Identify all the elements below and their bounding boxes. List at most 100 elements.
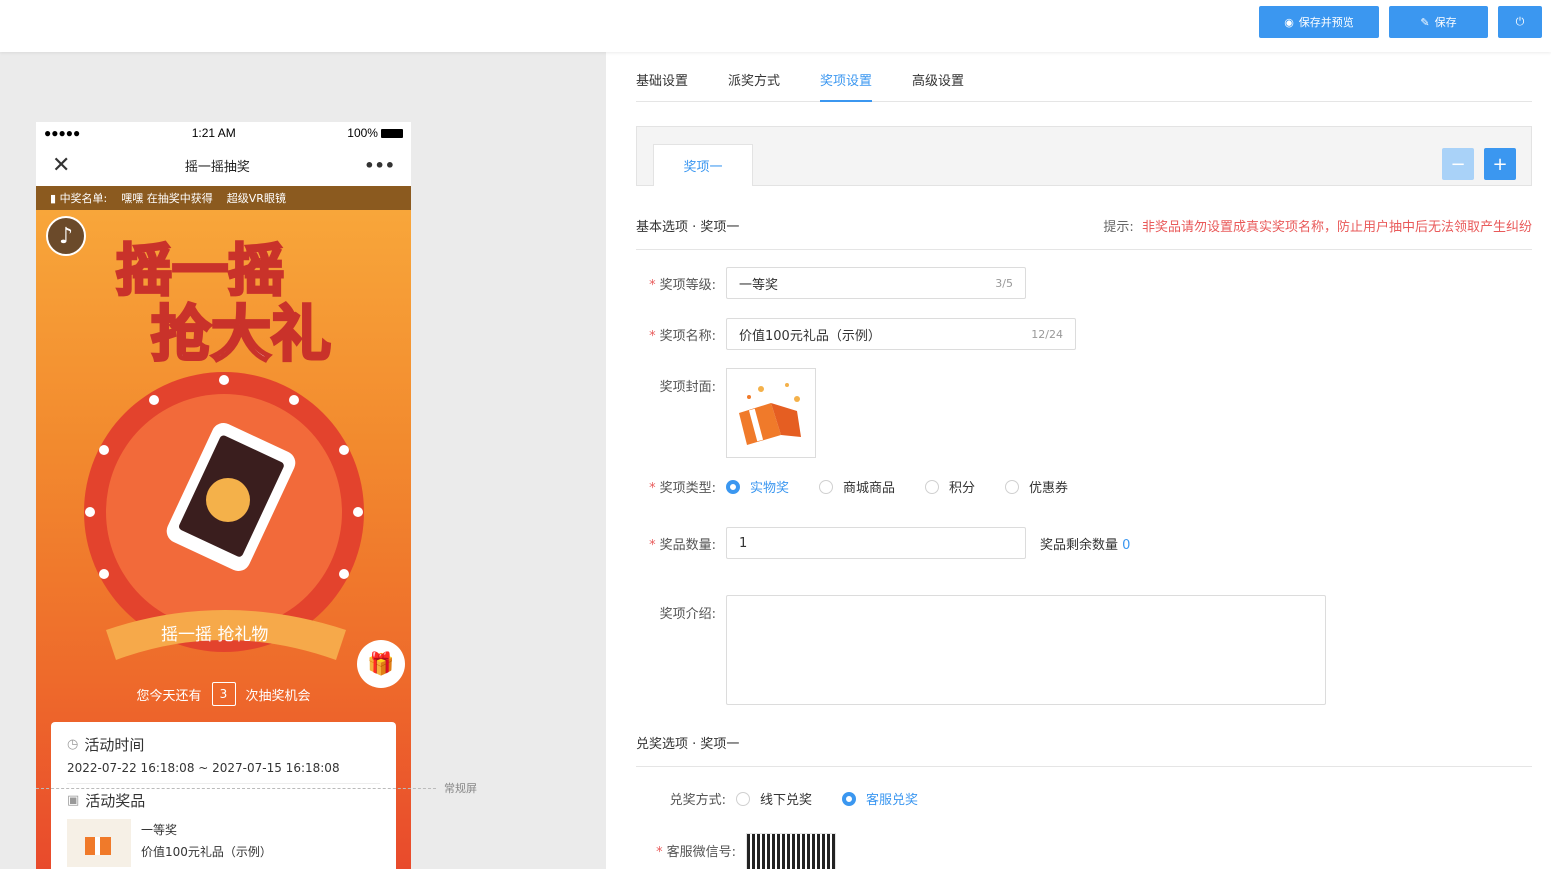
activity-prize-title: 活动奖品 (85, 792, 146, 810)
chance-suffix: 次抽奖机会 (245, 688, 311, 704)
winner-label: ▮ 中奖名单: (50, 192, 108, 205)
nav-title: 摇一摇抽奖 (184, 159, 250, 175)
prize-hint: 提示: 非奖品请勿设置成真实奖项名称，防止用户抽中后无法领取产生纠纷 (1103, 220, 1532, 235)
redeem-section-title: 兑奖选项 · 奖项一 (636, 737, 740, 752)
wechat-qr-code[interactable] (746, 833, 836, 869)
status-bar: ●●●●● 1:21 AM 100% (36, 122, 411, 144)
save-preview-label: 保存并预览 (1298, 16, 1354, 29)
redeem-section-header: 兑奖选项 · 奖项一 (636, 733, 1532, 767)
save-label: 保存 (1434, 16, 1457, 29)
plus-icon: + (1492, 153, 1508, 175)
prize-item: 一等奖 价值100元礼品（示例） (67, 819, 380, 867)
prize-qty-input[interactable]: 1 (726, 527, 1026, 559)
basic-section-header: 基本选项 · 奖项一 提示: 非奖品请勿设置成真实奖项名称，防止用户抽中后无法领… (636, 216, 1532, 250)
top-toolbar: ◉ 保存并预览 ✎ 保存 ⏻ (0, 0, 1551, 52)
chance-count: 3 (211, 682, 236, 706)
tab-advanced[interactable]: 高级设置 (912, 70, 964, 102)
fold-divider (36, 788, 436, 789)
title-line-2: 抢大礼 (151, 300, 331, 370)
edit-icon: ✎ (1420, 15, 1430, 29)
activity-time-value: 2022-07-22 16:18:08 ~ 2027-07-15 16:18:0… (67, 761, 380, 784)
prize-level-input[interactable]: 一等奖 3/5 (726, 267, 1026, 299)
type-points-radio[interactable]: 积分 (925, 477, 975, 496)
eye-icon: ◉ (1284, 15, 1294, 29)
gift-outline-icon: ▣ (67, 793, 80, 808)
prize-remain: 奖品剩余数量 0 (1040, 537, 1131, 553)
redeem-offline-radio[interactable]: 线下兑奖 (736, 789, 812, 808)
prize-name-input[interactable]: 价值100元礼品（示例） 12/24 (726, 318, 1076, 350)
basic-section-title: 基本选项 · 奖项一 (636, 220, 740, 235)
minus-icon: − (1450, 153, 1466, 175)
redeem-method-label: 兑奖方式: (669, 793, 726, 808)
activity-time-header: ◷ 活动时间 (67, 734, 380, 755)
more-icon[interactable]: ••• (364, 156, 395, 175)
my-prizes-button[interactable]: 🎁 (357, 640, 405, 688)
chance-counter: 您今天还有 3 次抽奖机会 (36, 682, 411, 706)
prize-intro-label: 奖项介绍: (659, 607, 716, 622)
redeem-service-radio[interactable]: 客服兑奖 (842, 789, 918, 808)
tab-prize-settings[interactable]: 奖项设置 (820, 70, 873, 102)
redeem-method-row: 兑奖方式: 线下兑奖 客服兑奖 (636, 789, 948, 808)
signal-icon: ●●●●● (44, 126, 81, 140)
prize-qty-label: 奖品数量: (659, 537, 716, 553)
prize-name-label: 奖项名称: (659, 328, 716, 344)
phone-preview: ●●●●● 1:21 AM 100% ✕ 摇一摇抽奖 ••• ▮ 中奖名单: 嘿… (36, 122, 411, 869)
prize-name-count: 12/24 (1031, 327, 1063, 341)
add-prize-button[interactable]: + (1484, 148, 1516, 180)
prize-name-text: 价值100元礼品（示例） (141, 845, 272, 859)
clock-icon: ◷ (67, 737, 79, 752)
type-mall-radio[interactable]: 商城商品 (819, 477, 895, 496)
status-time: 1:21 AM (191, 126, 236, 140)
winner-prize: 超级VR眼镜 (226, 192, 286, 205)
tab-basic[interactable]: 基础设置 (636, 70, 688, 102)
prize-qty-row: * 奖品数量: 1 奖品剩余数量 0 (636, 527, 1130, 559)
winner-info: 嘿嘿 在抽奖中获得 (121, 192, 213, 205)
shake-hero-banner: ♪ 摇一摇 抢大礼 摇一摇 抢礼物 🎁 您今天还有 3 次抽奖机会 ◷ 活动时间… (36, 210, 411, 869)
power-button[interactable]: ⏻ (1498, 6, 1542, 38)
activity-prize-header: ▣ 活动奖品 (67, 790, 380, 811)
tab-distribution[interactable]: 派奖方式 (728, 70, 780, 102)
winner-marquee: ▮ 中奖名单: 嘿嘿 在抽奖中获得 超级VR眼镜 (36, 186, 411, 210)
title-line-1: 摇一摇 (116, 239, 284, 304)
shake-illustration: 摇一摇 抢大礼 摇一摇 抢礼物 (84, 238, 364, 660)
prize-level-text: 一等奖 (141, 823, 178, 837)
prize-cover-upload[interactable] (726, 368, 816, 458)
battery-status: 100% (347, 126, 403, 140)
type-coupon-radio[interactable]: 优惠券 (1005, 477, 1068, 496)
prize-cover-row: 奖项封面: (636, 368, 816, 458)
type-physical-radio[interactable]: 实物奖 (726, 477, 789, 496)
phone-navbar: ✕ 摇一摇抽奖 ••• (36, 144, 411, 186)
coin-illustration (206, 478, 250, 522)
ribbon-text: 摇一摇 抢礼物 (161, 625, 268, 645)
prize-level-count: 3/5 (995, 276, 1013, 290)
prize-cover-label: 奖项封面: (659, 380, 716, 395)
prize-intro-textarea[interactable] (726, 595, 1326, 705)
wechat-row: * 客服微信号: (636, 833, 836, 869)
activity-info-card: ◷ 活动时间 2022-07-22 16:18:08 ~ 2027-07-15 … (51, 722, 396, 869)
gift-box-image (739, 383, 801, 445)
fold-label: 常规屏 (444, 782, 477, 795)
gift-box-icon: 🎁 (367, 651, 395, 677)
prize-tab-1[interactable]: 奖项一 (653, 144, 753, 186)
battery-icon (380, 129, 403, 139)
prize-level-row: * 奖项等级: 一等奖 3/5 (636, 267, 1026, 299)
settings-tabs: 基础设置 派奖方式 奖项设置 高级设置 (636, 70, 1532, 102)
prize-type-row: * 奖项类型: 实物奖 商城商品 积分 优惠券 (636, 477, 1098, 496)
remove-prize-button[interactable]: − (1442, 148, 1474, 180)
power-icon: ⏻ (1515, 15, 1525, 28)
prize-type-label: 奖项类型: (659, 481, 716, 496)
prize-name-row: * 奖项名称: 价值100元礼品（示例） 12/24 (636, 318, 1076, 350)
gift-icon: ▮ (50, 192, 57, 205)
prize-remain-value: 0 (1122, 537, 1131, 553)
wechat-label: 客服微信号: (666, 845, 736, 860)
preview-panel: ●●●●● 1:21 AM 100% ✕ 摇一摇抽奖 ••• ▮ 中奖名单: 嘿… (0, 52, 606, 869)
activity-time-title: 活动时间 (84, 736, 145, 754)
save-button[interactable]: ✎ 保存 (1389, 6, 1488, 38)
prize-thumbnail (67, 819, 131, 867)
prize-level-label: 奖项等级: (659, 277, 716, 293)
prize-tabs-bar: 奖项一 − + (636, 126, 1532, 186)
prize-intro-row: 奖项介绍: (636, 595, 1326, 705)
close-icon[interactable]: ✕ (52, 153, 70, 178)
chance-prefix: 您今天还有 (136, 688, 202, 704)
save-preview-button[interactable]: ◉ 保存并预览 (1259, 6, 1379, 38)
